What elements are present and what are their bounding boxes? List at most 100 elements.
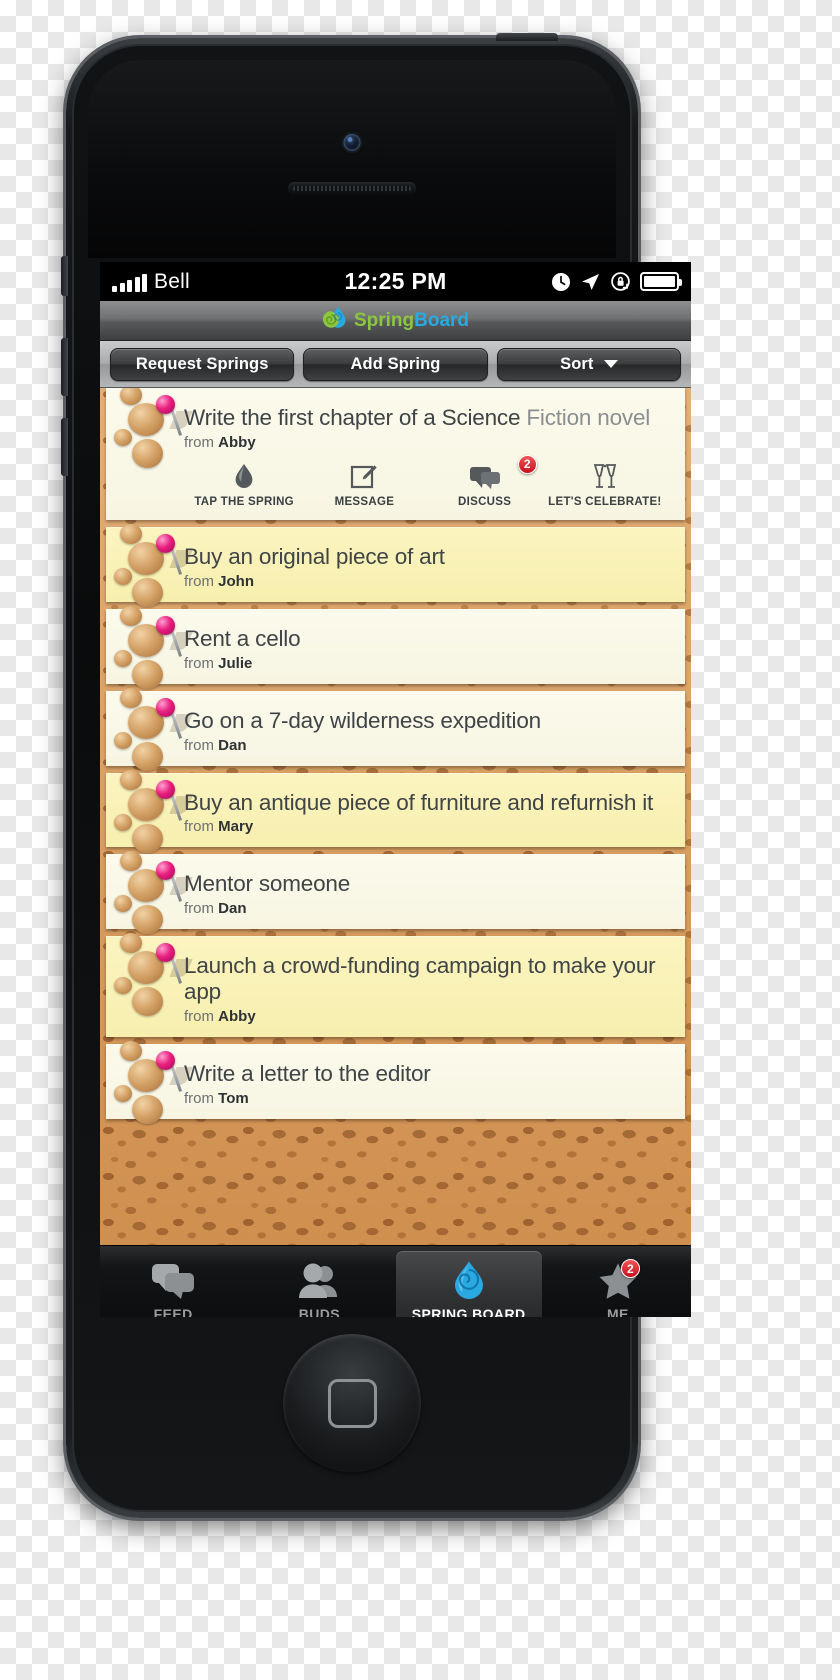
spring-title: Write the first chapter of a Science Fic… [184,405,673,431]
cork-crumb [120,605,142,626]
spring-card[interactable]: Mentor someone from Dan [106,851,685,935]
chat-bubbles-icon [151,1261,195,1301]
spring-droplet-logo [322,306,346,328]
spring-title-main: Mentor someone [184,871,351,897]
spring-author: from Abby [184,434,673,451]
cork-crumb [132,439,163,468]
droplet-icon [184,461,304,491]
spring-from-name: Julie [218,654,253,672]
cork-crumb [132,905,163,935]
tab-label: ME [606,1306,629,1317]
spring-actions: TAP THE SPRING MESSAGE 2 DISCUSS LET'S CELEB… [184,454,673,508]
add-spring-label: Add Spring [350,354,441,373]
spring-card[interactable]: Write the first chapter of a Science Fic… [106,388,685,520]
brand-first-word: Spring [353,309,415,331]
spring-action-label: DISCUSS [458,495,512,508]
spring-title-main: Launch a crowd-funding campaign to make … [184,953,656,1005]
spring-title: Mentor someone [184,871,673,897]
home-button[interactable] [283,1334,421,1472]
spring-action-label: MESSAGE [334,495,395,508]
spring-from-name: Dan [218,900,247,918]
tab-buds[interactable]: BUDS [246,1246,392,1317]
spring-from-name: John [218,572,255,590]
tab-me[interactable]: 2 ME [545,1246,691,1317]
spring-from-name: Dan [218,736,247,754]
spring-author: from Julie [184,655,673,672]
sort-button[interactable]: Sort [496,347,681,381]
push-pin-icon [156,943,193,985]
cork-crumb [120,851,142,872]
cork-crumb [120,933,142,954]
cork-crumb [132,987,163,1017]
power-button[interactable] [496,33,558,41]
tab-label: BUDS [298,1306,341,1317]
phone-screen: Bell 12:25 PM SpringBoard Request Spring… [100,262,691,1317]
spring-title: Go on a 7-day wilderness expedition [184,708,673,734]
spring-board-list[interactable]: Write the first chapter of a Science Fic… [100,388,691,1245]
spring-title-main: Write the first chapter of a Science [184,405,521,430]
tab-feed[interactable]: FEED [100,1246,246,1317]
spring-author: from Mary [184,818,673,835]
spring-author: from Dan [184,737,673,754]
tab-badge: 2 [620,1259,640,1278]
compose-message-icon [304,461,424,491]
action-badge: 2 [517,454,537,474]
home-square-icon [327,1378,377,1428]
spring-author: from Abby [184,1008,673,1025]
spring-title-main: Rent a cello [184,625,301,651]
spring-author: from Dan [184,900,673,917]
spring-author: from Tom [184,1090,673,1107]
spring-title-main: Write a letter to the editor [184,1061,431,1086]
location-arrow-icon [582,273,599,290]
cork-crumb [132,659,163,689]
cork-crumb [120,388,142,405]
rotation-lock-icon [611,272,630,291]
spring-title: Launch a crowd-funding campaign to make … [184,953,673,1005]
volume-up-button[interactable] [61,338,68,396]
cork-crumb [120,523,142,544]
spring-card[interactable]: Launch a crowd-funding campaign to make … [106,933,685,1037]
push-pin-icon [156,861,193,903]
alarm-clock-icon [552,272,570,291]
cork-crumb [114,895,132,913]
bottom-tab-bar: FEED BUDS SPRING BOARD 2 ME [100,1245,691,1317]
spring-from-prefix: from [184,1008,214,1025]
spring-action-discuss[interactable]: 2 DISCUSS [425,454,545,508]
people-icon [297,1261,341,1301]
cork-crumb [114,429,132,446]
cork-crumb [114,731,132,749]
spring-title-main: Go on a 7-day wilderness expedition [184,707,541,733]
battery-icon [640,272,682,291]
champagne-glasses-icon [545,461,665,491]
cork-crumb [132,741,163,771]
spring-action-let-s-celebrate[interactable]: LET'S CELEBRATE! [545,461,665,508]
spring-action-label: TAP THE SPRING [194,495,294,508]
spring-from-name: Mary [218,818,254,836]
spring-from-name: Abby [218,1008,256,1025]
spring-card[interactable]: Write a letter to the editor from Tom [106,1041,685,1124]
push-pin-icon [156,615,193,658]
spring-title: Rent a cello [184,626,673,652]
push-pin-icon [156,395,193,437]
spring-author: from John [184,573,673,590]
spring-title: Write a letter to the editor [184,1061,673,1087]
spring-card[interactable]: Rent a cello from Julie [106,605,685,689]
silent-switch[interactable] [61,256,68,296]
push-pin-icon [156,779,193,822]
spring-title-main: Buy an antique piece of furniture and re… [184,789,654,815]
tab-spring-board[interactable]: SPRING BOARD [395,1251,542,1317]
spring-card[interactable]: Buy an original piece of art from John [106,523,685,607]
spring-title: Buy an antique piece of furniture and re… [184,790,673,816]
request-springs-button[interactable]: Request Springs [110,347,295,381]
spring-action-message[interactable]: MESSAGE [304,461,424,508]
earpiece-speaker [288,182,416,195]
spring-card[interactable]: Buy an antique piece of furniture and re… [106,769,685,853]
app-toolbar: Request Springs Add Spring Sort [100,341,691,388]
add-spring-button[interactable]: Add Spring [303,347,488,381]
spring-title-main: Buy an original piece of art [184,543,445,569]
tab-label: SPRING BOARD [411,1306,526,1317]
status-bar: Bell 12:25 PM [100,262,691,301]
volume-down-button[interactable] [61,418,68,476]
spring-action-tap-the-spring[interactable]: TAP THE SPRING [184,461,304,508]
spring-card[interactable]: Go on a 7-day wilderness expedition from … [106,687,685,771]
